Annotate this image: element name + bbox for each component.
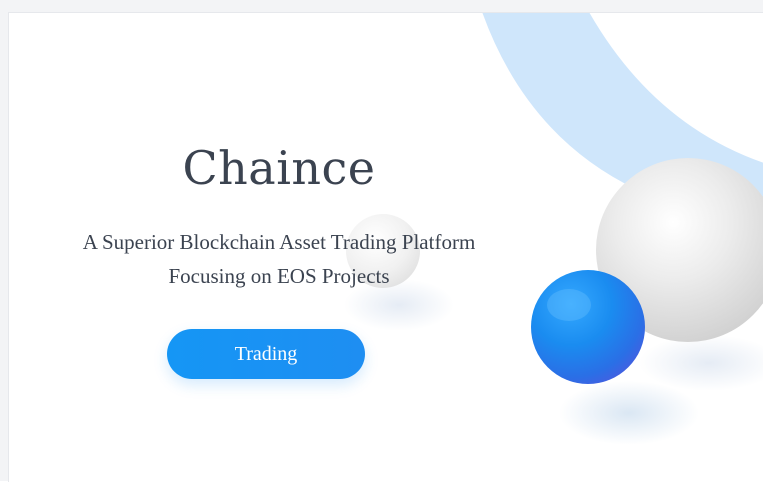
hero-subtitle-line-2: Focusing on EOS Projects xyxy=(168,264,390,288)
page-frame: Chaince A Superior Blockchain Asset Trad… xyxy=(0,0,763,482)
hero-subtitle-line-1: A Superior Blockchain Asset Trading Plat… xyxy=(82,230,476,254)
hero-banner: Chaince A Superior Blockchain Asset Trad… xyxy=(8,12,763,482)
trading-button[interactable]: Trading xyxy=(167,329,365,379)
hero-subtitle: A Superior Blockchain Asset Trading Plat… xyxy=(29,225,529,293)
blue-sphere-shadow xyxy=(559,381,699,445)
white-sphere-shadow xyxy=(639,335,763,391)
blue-sphere-highlight xyxy=(547,289,591,321)
blue-sphere xyxy=(531,270,645,384)
hero-title: Chaince xyxy=(182,141,376,195)
